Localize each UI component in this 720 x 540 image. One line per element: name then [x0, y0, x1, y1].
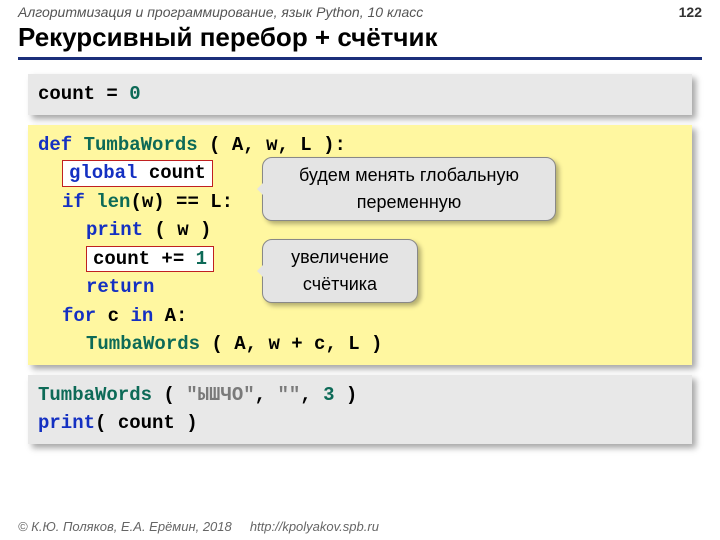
code-text: ( w ) — [143, 219, 211, 241]
code-string: "ЫШЧО" — [186, 384, 254, 406]
code-text: count — [137, 162, 205, 184]
kw-print: print — [38, 412, 95, 434]
code-text: (w) == L: — [130, 191, 233, 213]
code-text: , — [255, 384, 278, 406]
code-number: 1 — [196, 248, 207, 270]
page-title: Рекурсивный перебор + счётчик — [18, 22, 702, 53]
boxed-global: global count — [62, 160, 213, 187]
kw-def: def — [38, 134, 72, 156]
footer-copyright: © К.Ю. Поляков, Е.А. Ерёмин, 2018 — [18, 519, 232, 534]
code-text: A: — [153, 305, 187, 327]
kw-in: in — [130, 305, 153, 327]
footer: © К.Ю. Поляков, Е.А. Ерёмин, 2018 http:/… — [18, 519, 379, 534]
code-text: ( A, w, L ): — [198, 134, 346, 156]
callout-line: увеличение — [291, 247, 389, 267]
fn-len: len — [96, 191, 130, 213]
code-string: "" — [277, 384, 300, 406]
code-number: 3 — [323, 384, 334, 406]
code-text: count — [38, 83, 95, 105]
code-block-call: TumbaWords ( "ЫШЧО", "", 3 ) print( coun… — [28, 375, 692, 444]
code-text: ( count ) — [95, 412, 198, 434]
boxed-count: count += 1 — [86, 246, 214, 273]
code-block-init: count = 0 — [28, 74, 692, 115]
kw-global: global — [69, 162, 137, 184]
breadcrumb: Алгоритмизация и программирование, язык … — [0, 0, 720, 20]
code-block-func: def TumbaWords ( A, w, L ): global count… — [28, 125, 692, 365]
code-text: count += — [93, 248, 196, 270]
code-text: ( A, w + c, L ) — [200, 333, 382, 355]
code-text: c — [96, 305, 130, 327]
fn-call: TumbaWords — [38, 384, 152, 406]
code-number: 0 — [129, 83, 140, 105]
callout-line: счётчика — [303, 274, 377, 294]
kw-print: print — [86, 219, 143, 241]
page-number: 122 — [679, 4, 702, 20]
fn-name: TumbaWords — [84, 134, 198, 156]
kw-if: if — [62, 191, 85, 213]
code-text: ( — [152, 384, 186, 406]
kw-for: for — [62, 305, 96, 327]
fn-call: TumbaWords — [86, 333, 200, 355]
title-rule — [18, 57, 702, 60]
callout-counter: увеличение счётчика — [262, 239, 418, 303]
code-text: ) — [335, 384, 358, 406]
code-text: , — [300, 384, 323, 406]
callout-global: будем менять глобальную переменную — [262, 157, 556, 221]
footer-url: http://kpolyakov.spb.ru — [250, 519, 379, 534]
kw-return: return — [86, 276, 154, 298]
code-text: = — [95, 83, 129, 105]
